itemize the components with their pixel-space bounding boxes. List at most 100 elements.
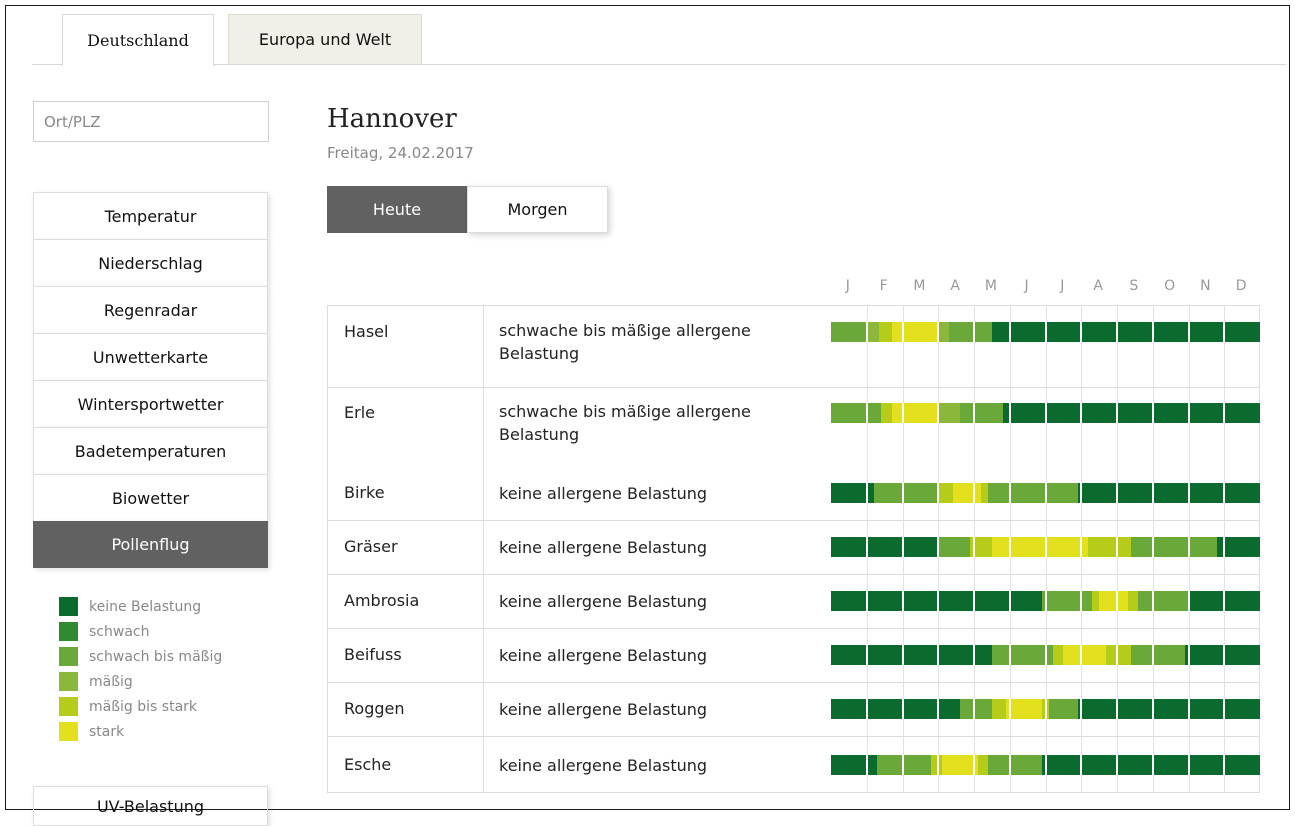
timeline-month-divider <box>1080 591 1083 611</box>
timeline-month-divider <box>1044 483 1047 503</box>
sidebar-item-biowetter[interactable]: Biowetter <box>33 474 268 521</box>
timeline-month-divider <box>1044 591 1047 611</box>
month-label: J <box>1024 278 1029 294</box>
timeline-segment <box>1041 591 1092 611</box>
month-label: F <box>879 278 888 294</box>
month-label: J <box>1060 278 1065 294</box>
pollen-timeline <box>831 322 1260 342</box>
heute-button[interactable]: Heute <box>327 186 467 233</box>
legend-swatch <box>59 697 78 716</box>
timeline-month-divider <box>1116 699 1118 719</box>
timeline-segment <box>977 755 989 775</box>
timeline-month-divider <box>1151 755 1154 775</box>
pollen-legend: keine Belastung schwach schwach bis mäßig m… <box>59 594 222 744</box>
timeline-segment <box>938 537 971 557</box>
timeline-month-divider <box>937 322 940 342</box>
sidebar-menu: Temperatur Niederschlag Regenradar Unwetter… <box>33 192 268 568</box>
sidebar-item-uv-belastung[interactable]: UV-Belastung <box>33 786 268 826</box>
legend-swatch <box>59 672 78 691</box>
sidebar-item-regenradar[interactable]: Regenradar <box>33 286 268 333</box>
page-title: Hannover <box>327 104 457 134</box>
sidebar-item-pollenflug[interactable]: Pollenflug <box>33 521 268 568</box>
timeline-month-divider <box>1187 591 1190 611</box>
timeline-month-divider <box>937 483 940 503</box>
timeline-segment <box>988 755 1042 775</box>
tab-deutschland[interactable]: Deutschland <box>62 14 214 66</box>
timeline-month-divider <box>1080 403 1083 423</box>
morgen-button[interactable]: Morgen <box>467 186 608 233</box>
timeline-segment <box>831 537 939 557</box>
timeline-month-divider <box>901 537 904 557</box>
pollen-timeline <box>831 645 1260 665</box>
timeline-month-divider <box>1008 645 1011 665</box>
timeline-month-divider <box>973 403 975 423</box>
pollen-description: keine allergene Belastung <box>499 700 708 719</box>
timeline-segment <box>1052 645 1064 665</box>
timeline-segment <box>831 699 960 719</box>
timeline-month-divider <box>1223 699 1226 719</box>
timeline-month-divider <box>1008 591 1011 611</box>
table-row: Beifuss keine allergene Belastung <box>328 628 1260 682</box>
tab-europa-und-welt[interactable]: Europa und Welt <box>228 14 422 64</box>
timeline-month-divider <box>1044 322 1047 342</box>
pollen-timeline <box>831 755 1260 775</box>
timeline-segment <box>881 403 892 423</box>
sidebar-item-temperatur[interactable]: Temperatur <box>33 192 268 239</box>
timeline-segment <box>891 322 939 342</box>
search-input[interactable] <box>33 101 269 142</box>
month-label: M <box>984 278 997 294</box>
timeline-month-divider <box>973 537 975 557</box>
month-label: M <box>913 278 926 294</box>
timeline-month-divider <box>1151 591 1154 611</box>
timeline-month-divider <box>973 322 975 342</box>
pollen-name: Ambrosia <box>344 591 420 610</box>
timeline-month-divider <box>901 483 904 503</box>
timeline-month-divider <box>1223 591 1226 611</box>
pollen-description: keine allergene Belastung <box>499 646 708 665</box>
sidebar-item-niederschlag[interactable]: Niederschlag <box>33 239 268 286</box>
pollen-name: Gräser <box>344 537 398 556</box>
timeline-month-divider <box>901 322 904 342</box>
timeline-month-divider <box>1187 645 1190 665</box>
pollen-name: Erle <box>344 403 375 422</box>
timeline-segment <box>1091 591 1100 611</box>
timeline-month-divider <box>973 699 975 719</box>
legend-swatch <box>59 647 78 666</box>
timeline-segment <box>1077 483 1260 503</box>
timeline-month-divider <box>937 645 940 665</box>
month-label: A <box>1093 278 1103 294</box>
pollen-timeline <box>831 537 1260 557</box>
timeline-segment <box>1049 699 1078 719</box>
timeline-segment <box>981 483 989 503</box>
timeline-month-divider <box>1223 483 1226 503</box>
pollen-timeline <box>831 483 1260 503</box>
timeline-month-divider <box>1116 322 1118 342</box>
timeline-segment <box>948 322 992 342</box>
timeline-month-divider <box>865 322 868 342</box>
timeline-segment <box>1063 645 1107 665</box>
month-label: J <box>845 278 850 294</box>
timeline-month-divider <box>937 755 940 775</box>
sidebar-item-unwetterkarte[interactable]: Unwetterkarte <box>33 333 268 380</box>
timeline-month-divider <box>1044 699 1047 719</box>
timeline-month-divider <box>973 755 975 775</box>
timeline-segment <box>1099 591 1128 611</box>
timeline-segment <box>1077 699 1260 719</box>
month-label: O <box>1164 278 1176 294</box>
timeline-month-divider <box>1151 483 1154 503</box>
legend-label: mäßig <box>89 673 133 690</box>
timeline-month-divider <box>1223 645 1226 665</box>
legend-item: schwach <box>59 619 222 644</box>
timeline-month-divider <box>1008 322 1011 342</box>
timeline-segment <box>877 755 932 775</box>
timeline-segment <box>873 483 939 503</box>
sidebar-item-wintersportwetter[interactable]: Wintersportwetter <box>33 380 268 427</box>
timeline-month-divider <box>973 645 975 665</box>
month-label: D <box>1235 278 1247 294</box>
timeline-segment <box>1138 591 1189 611</box>
pollen-timeline <box>831 699 1260 719</box>
sidebar-item-badetemperaturen[interactable]: Badetemperaturen <box>33 427 268 474</box>
month-label: S <box>1129 278 1139 294</box>
legend-label: stark <box>89 723 125 740</box>
legend-item: schwach bis mäßig <box>59 644 222 669</box>
